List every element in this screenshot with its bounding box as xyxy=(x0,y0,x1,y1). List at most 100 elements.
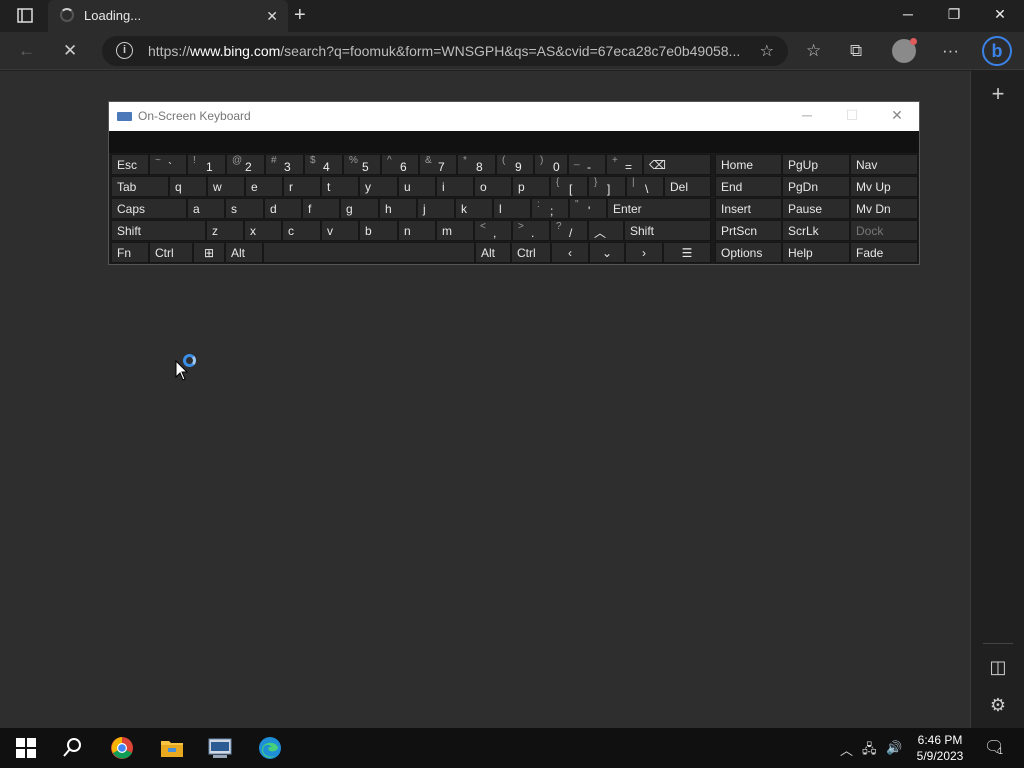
key-z[interactable]: z xyxy=(206,220,244,241)
key-t[interactable]: t xyxy=(321,176,359,197)
key-fade[interactable]: Fade xyxy=(850,242,918,263)
key-menu[interactable]: ☰ xyxy=(663,242,711,263)
start-windows-icon[interactable] xyxy=(14,736,38,760)
file-explorer-icon[interactable] xyxy=(160,736,184,760)
key-caps[interactable]: Caps xyxy=(111,198,187,219)
network-icon[interactable]: 🖧 xyxy=(862,740,877,762)
key-del[interactable]: Del xyxy=(664,176,711,197)
key-mv-dn[interactable]: Mv Dn xyxy=(850,198,918,219)
key-insert[interactable]: Insert xyxy=(715,198,782,219)
key-b[interactable]: b xyxy=(359,220,398,241)
key-m[interactable]: m xyxy=(436,220,474,241)
key-c[interactable]: c xyxy=(282,220,321,241)
key-1[interactable]: ! 1 xyxy=(187,154,226,175)
key-rightshift[interactable]: Shift xyxy=(624,220,711,241)
key-[interactable]: {[ xyxy=(550,176,588,197)
key-n[interactable]: n xyxy=(398,220,436,241)
key-rightctrl[interactable]: Ctrl xyxy=(511,242,551,263)
key-[interactable]: }] xyxy=(588,176,626,197)
on-screen-keyboard-app-icon[interactable] xyxy=(208,736,232,760)
bing-chat-icon[interactable]: b xyxy=(982,36,1012,66)
key-x[interactable]: x xyxy=(244,220,282,241)
key-rightalt[interactable]: Alt xyxy=(475,242,511,263)
osk-minimize-icon[interactable]: ─ xyxy=(797,107,817,123)
key-[interactable]: | \ xyxy=(626,176,664,197)
key-3[interactable]: #3 xyxy=(265,154,304,175)
key-[interactable]: <, xyxy=(474,220,512,241)
key-q[interactable]: q xyxy=(169,176,207,197)
url-text[interactable]: https://www.bing.com/search?q=foomuk&for… xyxy=(148,43,748,59)
key-mv-up[interactable]: Mv Up xyxy=(850,176,918,197)
key-ctrl[interactable]: Ctrl xyxy=(149,242,193,263)
key-enter[interactable]: Enter xyxy=(607,198,711,219)
key-w[interactable]: w xyxy=(207,176,245,197)
key-help[interactable]: Help xyxy=(782,242,850,263)
key-9[interactable]: (9 xyxy=(496,154,534,175)
volume-icon[interactable]: 🔊 xyxy=(886,740,902,756)
key-p[interactable]: p xyxy=(512,176,550,197)
key-e[interactable]: e xyxy=(245,176,283,197)
close-window-icon[interactable]: ✕ xyxy=(990,6,1010,23)
key-end[interactable]: End xyxy=(715,176,782,197)
tab-actions-icon[interactable] xyxy=(10,7,38,25)
key-arrowright[interactable]: › xyxy=(625,242,663,263)
key-fn[interactable]: Fn xyxy=(111,242,149,263)
active-tab[interactable]: Loading... ✕ xyxy=(48,0,288,32)
key-prtscn[interactable]: PrtScn xyxy=(715,220,782,241)
key-y[interactable]: y xyxy=(359,176,398,197)
key-g[interactable]: g xyxy=(340,198,379,219)
key-tab[interactable]: Tab xyxy=(111,176,169,197)
key-alt[interactable]: Alt xyxy=(225,242,263,263)
key-4[interactable]: $4 xyxy=(304,154,343,175)
key-8[interactable]: * 8 xyxy=(457,154,496,175)
key-v[interactable]: v xyxy=(321,220,359,241)
key-arrowdown[interactable]: ⌄ xyxy=(589,242,625,263)
key-shift[interactable]: Shift xyxy=(111,220,206,241)
key-s[interactable]: s xyxy=(225,198,264,219)
key-[interactable]: :; xyxy=(531,198,569,219)
key-o[interactable]: o xyxy=(474,176,512,197)
key-arrowup[interactable]: ︿ xyxy=(588,220,624,241)
edge-icon[interactable] xyxy=(258,736,282,760)
key-pause[interactable]: Pause xyxy=(782,198,850,219)
restore-icon[interactable]: ❐ xyxy=(944,6,964,23)
key-j[interactable]: j xyxy=(417,198,455,219)
address-bar[interactable]: i https://www.bing.com/search?q=foomuk&f… xyxy=(102,36,788,66)
key-[interactable]: + = xyxy=(606,154,643,175)
key-[interactable]: ~ ` xyxy=(149,154,187,175)
profile-avatar[interactable] xyxy=(892,38,917,63)
key-k[interactable]: k xyxy=(455,198,493,219)
add-icon[interactable]: + xyxy=(988,81,1008,107)
key-[interactable]: " ' xyxy=(569,198,607,219)
key-i[interactable]: i xyxy=(436,176,474,197)
key-backspace[interactable]: ⌫ xyxy=(643,154,711,175)
key-esc[interactable]: Esc xyxy=(111,154,149,175)
key-pgup[interactable]: PgUp xyxy=(782,154,850,175)
key-[interactable]: _ - xyxy=(568,154,606,175)
key-f[interactable]: f xyxy=(302,198,340,219)
key-home[interactable]: Home xyxy=(715,154,782,175)
key-5[interactable]: % 5 xyxy=(343,154,381,175)
system-clock[interactable]: 6:46 PM 5/9/2023 xyxy=(910,732,970,764)
osk-title-bar[interactable]: On-Screen Keyboard ─ ☐ ✕ xyxy=(109,102,919,131)
key-windows[interactable]: ⊞ xyxy=(193,242,225,263)
collections-icon[interactable]: ⧉ xyxy=(850,41,862,61)
key-pgdn[interactable]: PgDn xyxy=(782,176,850,197)
key-7[interactable]: & 7 xyxy=(419,154,457,175)
hide-sidebar-icon[interactable]: ◫ xyxy=(988,657,1008,678)
key-d[interactable]: d xyxy=(264,198,302,219)
key-l[interactable]: l xyxy=(493,198,531,219)
back-icon[interactable]: ← xyxy=(18,41,35,61)
key-arrowleft[interactable]: ‹ xyxy=(551,242,589,263)
key-a[interactable]: a xyxy=(187,198,225,219)
stop-loading-icon[interactable]: ✕ xyxy=(63,41,77,61)
key-[interactable]: >. xyxy=(512,220,550,241)
key-0[interactable]: ) 0 xyxy=(534,154,568,175)
more-options-icon[interactable]: ··· xyxy=(942,41,959,61)
key-h[interactable]: h xyxy=(379,198,417,219)
key-[interactable]: ? / xyxy=(550,220,588,241)
minimize-icon[interactable]: ─ xyxy=(898,6,918,22)
key-nav[interactable]: Nav xyxy=(850,154,918,175)
key-r[interactable]: r xyxy=(283,176,321,197)
key-space[interactable] xyxy=(263,242,475,263)
